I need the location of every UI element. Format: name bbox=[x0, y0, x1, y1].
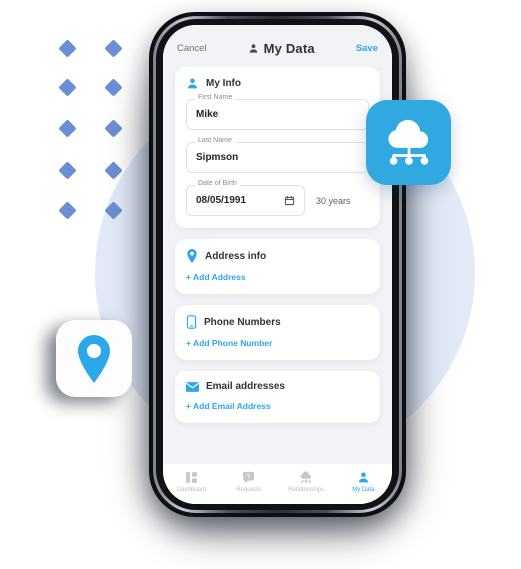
illustration-stage: Cancel My Data Save My Info First Name M… bbox=[0, 0, 521, 569]
tab-my-data-label: My Data bbox=[352, 487, 375, 493]
date-of-birth-value: 08/05/1991 bbox=[196, 195, 247, 206]
map-pin-icon bbox=[186, 249, 198, 263]
app-header: Cancel My Data Save bbox=[163, 25, 392, 67]
add-email-address-link[interactable]: + Add Email Address bbox=[186, 401, 369, 411]
location-pin-badge bbox=[56, 320, 132, 397]
tab-relationships-label: Relationships bbox=[288, 487, 325, 493]
page-title-text: My Data bbox=[263, 40, 315, 56]
first-name-label: First Name bbox=[195, 94, 236, 101]
question-bubble-icon: ? bbox=[242, 471, 255, 484]
diamond-shape bbox=[104, 39, 123, 58]
age-text: 30 years bbox=[316, 195, 351, 206]
tab-relationships[interactable]: Relationships bbox=[278, 471, 335, 493]
cloud-network-icon bbox=[299, 471, 313, 484]
date-of-birth-label: Date of Birth bbox=[195, 180, 240, 187]
diamond-shape bbox=[58, 78, 77, 97]
tab-requests-label: Requests bbox=[236, 487, 262, 493]
last-name-field[interactable]: Last Name Sipmson bbox=[186, 137, 369, 173]
tab-dashboard[interactable]: Dashboard bbox=[163, 471, 220, 493]
add-address-link[interactable]: + Add Address bbox=[186, 272, 369, 282]
last-name-value: Sipmson bbox=[196, 152, 239, 163]
person-icon bbox=[357, 471, 370, 484]
phone-numbers-header: Phone Numbers bbox=[186, 315, 369, 329]
tab-my-data[interactable]: My Data bbox=[335, 471, 392, 493]
email-addresses-title: Email addresses bbox=[206, 381, 285, 392]
last-name-label: Last Name bbox=[195, 137, 235, 144]
address-info-card: Address info + Add Address bbox=[175, 239, 380, 294]
svg-text:?: ? bbox=[247, 474, 251, 480]
tab-dashboard-label: Dashboard bbox=[176, 487, 207, 493]
date-of-birth-row: Date of Birth 08/05/1991 30 years bbox=[186, 180, 369, 216]
my-info-header: My Info bbox=[186, 77, 369, 90]
email-addresses-card: Email addresses + Add Email Address bbox=[175, 371, 380, 423]
cancel-button[interactable]: Cancel bbox=[177, 43, 207, 54]
email-addresses-header: Email addresses bbox=[186, 381, 369, 392]
diamond-shape bbox=[58, 201, 77, 220]
diamond-shape bbox=[104, 161, 123, 180]
first-name-value: Mike bbox=[196, 109, 219, 120]
diamond-shape bbox=[58, 161, 77, 180]
diamond-shape bbox=[58, 119, 77, 138]
address-info-header: Address info bbox=[186, 249, 369, 263]
diamond-shape bbox=[104, 78, 123, 97]
cloud-network-icon bbox=[382, 119, 436, 167]
diamond-shape bbox=[58, 39, 77, 58]
diamond-shape bbox=[104, 201, 123, 220]
page-title: My Data bbox=[207, 41, 356, 56]
address-info-title: Address info bbox=[205, 250, 267, 262]
my-info-title: My Info bbox=[206, 78, 241, 89]
person-icon bbox=[248, 43, 259, 54]
diamond-shape bbox=[104, 119, 123, 138]
my-info-card: My Info First Name Mike Last Name Sipmso… bbox=[175, 67, 380, 228]
tab-requests[interactable]: ? Requests bbox=[220, 471, 277, 493]
map-pin-icon bbox=[74, 334, 114, 383]
cloud-network-badge bbox=[366, 100, 451, 185]
phone-numbers-title: Phone Numbers bbox=[204, 316, 281, 328]
phone-numbers-card: Phone Numbers + Add Phone Number bbox=[175, 305, 380, 360]
grid-dashboard-icon bbox=[185, 471, 198, 484]
bottom-tab-bar: Dashboard ? Requests Relationships My Da… bbox=[163, 464, 392, 504]
calendar-icon[interactable] bbox=[284, 195, 295, 206]
envelope-icon bbox=[186, 381, 199, 392]
first-name-field[interactable]: First Name Mike bbox=[186, 94, 369, 130]
phone-screen: Cancel My Data Save My Info First Name M… bbox=[163, 25, 392, 504]
mobile-phone-icon bbox=[186, 315, 197, 329]
form-scroll-area[interactable]: My Info First Name Mike Last Name Sipmso… bbox=[163, 67, 392, 482]
person-icon bbox=[186, 77, 199, 90]
save-button[interactable]: Save bbox=[356, 43, 378, 54]
date-of-birth-field[interactable]: Date of Birth 08/05/1991 bbox=[186, 180, 305, 216]
add-phone-number-link[interactable]: + Add Phone Number bbox=[186, 338, 369, 348]
decorative-diamond-grid bbox=[55, 36, 131, 226]
